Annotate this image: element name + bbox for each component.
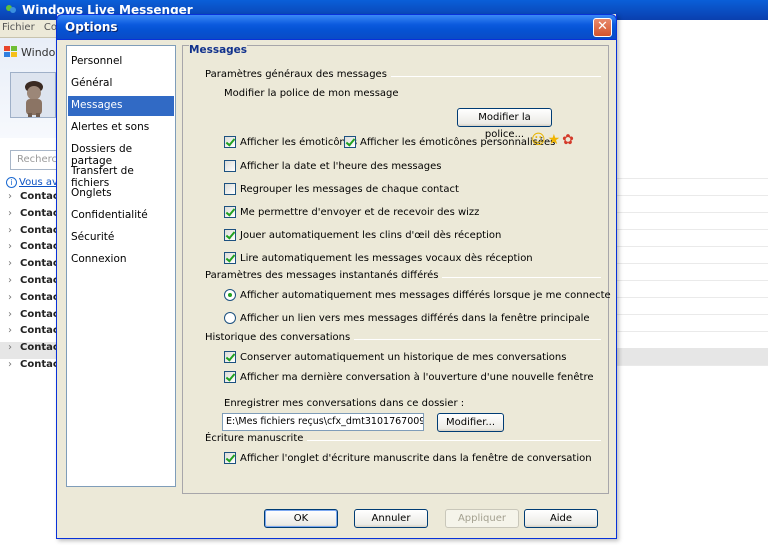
avatar-image [11,73,55,117]
checkbox[interactable] [224,160,236,172]
checkbox[interactable] [224,136,236,148]
save-history-checkbox[interactable]: Conserver automatiquement un historique … [224,350,566,364]
history-heading: Historique des conversations [205,332,355,343]
dialog-title: Options [65,20,118,34]
radio-button[interactable] [224,312,236,324]
checkbox[interactable] [224,183,236,195]
messenger-logo-icon [6,5,16,13]
handwriting-heading: Écriture manuscrite [205,433,308,444]
radio-button[interactable] [224,289,236,301]
allow-wizz-checkbox[interactable]: Me permettre d'envoyer et de recevoir de… [224,205,479,219]
show-emoticons-checkbox[interactable]: Afficher les émoticônes [224,135,357,149]
history-folder-field[interactable]: E:\Mes fichiers reçus\cfx_dmt3101767009\… [222,413,424,431]
checkbox[interactable] [224,452,236,464]
group-divider [303,440,601,441]
checkbox[interactable] [344,136,356,148]
group-divider [331,339,601,340]
apply-button[interactable]: Appliquer [445,509,519,528]
show-custom-emoticons-checkbox[interactable]: Afficher les émoticônes personnalisées [344,135,555,149]
offline-link-radio[interactable]: Afficher un lien vers mes messages diffé… [224,311,590,325]
star-icon: ★ [547,132,561,148]
general-settings-heading: Paramètres généraux des messages [205,69,391,80]
nav-item-confidentialite[interactable]: Confidentialité [68,206,174,226]
chevron-right-icon: › [8,207,12,219]
checkbox[interactable] [224,206,236,218]
checkbox[interactable] [224,371,236,383]
windows-flag-icon [4,46,17,57]
chevron-right-icon: › [8,241,12,253]
chevron-right-icon: › [8,291,12,303]
group-messages-checkbox[interactable]: Regrouper les messages de chaque contact [224,182,459,196]
play-voice-clips-checkbox[interactable]: Lire automatiquement les messages vocaux… [224,251,533,265]
font-label: Modifier la police de mon message [224,88,399,99]
nav-item-dossiers[interactable]: Dossiers de partage [68,140,174,167]
chevron-right-icon: › [8,274,12,286]
messages-panel: Messages Paramètres généraux des message… [182,44,611,494]
offline-auto-show-radio[interactable]: Afficher automatiquement mes messages di… [224,288,611,302]
panel-title: Messages [189,44,248,56]
chevron-right-icon: › [8,224,12,236]
nav-item-onglets[interactable]: Onglets [68,184,174,204]
dialog-titlebar[interactable]: Options ✕ [56,14,617,40]
info-icon: i [6,177,17,188]
cancel-button[interactable]: Annuler [354,509,428,528]
messenger-right-area [616,20,768,545]
nav-item-messages[interactable]: Messages [68,96,174,116]
nav-item-general[interactable]: Général [68,74,174,94]
emoticon-preview: ☺ ★ ✿ [531,133,576,147]
play-winks-checkbox[interactable]: Jouer automatiquement les clins d'œil dè… [224,228,501,242]
category-list: Personnel Général Messages Alertes et so… [66,45,176,487]
checkbox[interactable] [224,252,236,264]
nav-item-personnel[interactable]: Personnel [68,52,174,72]
chevron-right-icon: › [8,358,12,370]
menu-fichier[interactable]: Fichier [2,22,35,33]
modify-font-button[interactable]: Modifier la police... [457,108,552,140]
nav-item-transfert[interactable]: Transfert de fichiers [68,162,174,189]
checkbox[interactable] [224,351,236,363]
chevron-right-icon: › [8,325,12,337]
flower-icon: ✿ [562,132,574,148]
nav-item-connexion[interactable]: Connexion [68,250,174,270]
nav-item-securite[interactable]: Sécurité [68,228,174,248]
modify-folder-button[interactable]: Modifier... [437,413,504,432]
show-handwriting-tab-checkbox[interactable]: Afficher l'onglet d'écriture manuscrite … [224,451,592,465]
dialog-body: Personnel Général Messages Alertes et so… [57,40,616,539]
chevron-right-icon: › [8,308,12,320]
ok-button[interactable]: OK [264,509,338,528]
offline-messages-heading: Paramètres des messages instantanés diff… [205,270,443,281]
chevron-right-icon: › [8,191,12,202]
avatar[interactable] [10,72,56,118]
history-folder-label: Enregistrer mes conversations dans ce do… [224,398,465,409]
smiley-icon: ☺ [531,132,546,148]
close-icon: ✕ [597,19,608,34]
show-last-conversation-checkbox[interactable]: Afficher ma dernière conversation à l'ou… [224,370,594,384]
nav-item-alertes[interactable]: Alertes et sons [68,118,174,138]
chevron-right-icon: › [8,342,12,354]
options-dialog: Options ✕ Personnel Général Messages Ale… [56,14,617,539]
show-timestamp-checkbox[interactable]: Afficher la date et l'heure des messages [224,159,441,173]
checkbox[interactable] [224,229,236,241]
close-button[interactable]: ✕ [593,18,612,37]
chevron-right-icon: › [8,258,12,270]
help-button[interactable]: Aide [524,509,598,528]
